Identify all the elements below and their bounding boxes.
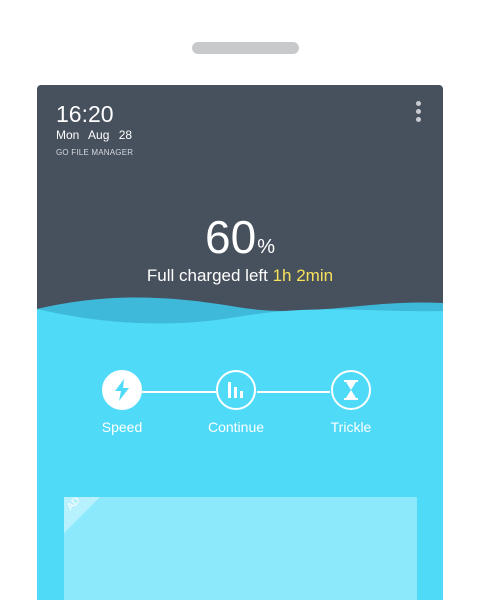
mode-continue[interactable]: Continue [191,370,281,435]
ad-banner[interactable]: AD [64,497,417,600]
mode-speed-circle [102,370,142,410]
date-month: Aug [88,128,110,142]
phone-speaker [192,42,299,54]
mode-speed-label: Speed [101,419,143,435]
charge-time-left: Full charged left 1h 2min [37,266,443,286]
charge-time-value: 1h 2min [272,266,334,285]
mode-trickle-circle [331,370,371,410]
mode-speed[interactable]: Speed [77,370,167,435]
charge-mode-selector: Speed Continue Trickle [37,370,443,440]
mode-continue-circle [216,370,256,410]
date-weekday: Mon [56,128,80,142]
mode-continue-label: Continue [207,419,265,435]
battery-percent-unit: % [257,236,275,258]
date-day: 28 [118,128,133,142]
clock-time: 16:20 [56,101,114,127]
charge-label: Full charged left [146,266,268,285]
bars-icon [228,382,243,398]
lightning-icon [115,379,129,401]
hourglass-icon [344,380,358,400]
app-name: GO FILE MANAGER [56,148,134,157]
charging-screen: 16:20 Mon Aug 28 GO FILE MANAGER 60% Ful… [37,85,443,600]
battery-percent: 60% [37,210,443,264]
battery-percent-value: 60 [205,211,257,263]
mode-trickle-label: Trickle [330,419,372,435]
mode-trickle[interactable]: Trickle [306,370,396,435]
date-row: Mon Aug 28 [56,128,138,142]
more-menu-icon[interactable] [409,99,427,123]
